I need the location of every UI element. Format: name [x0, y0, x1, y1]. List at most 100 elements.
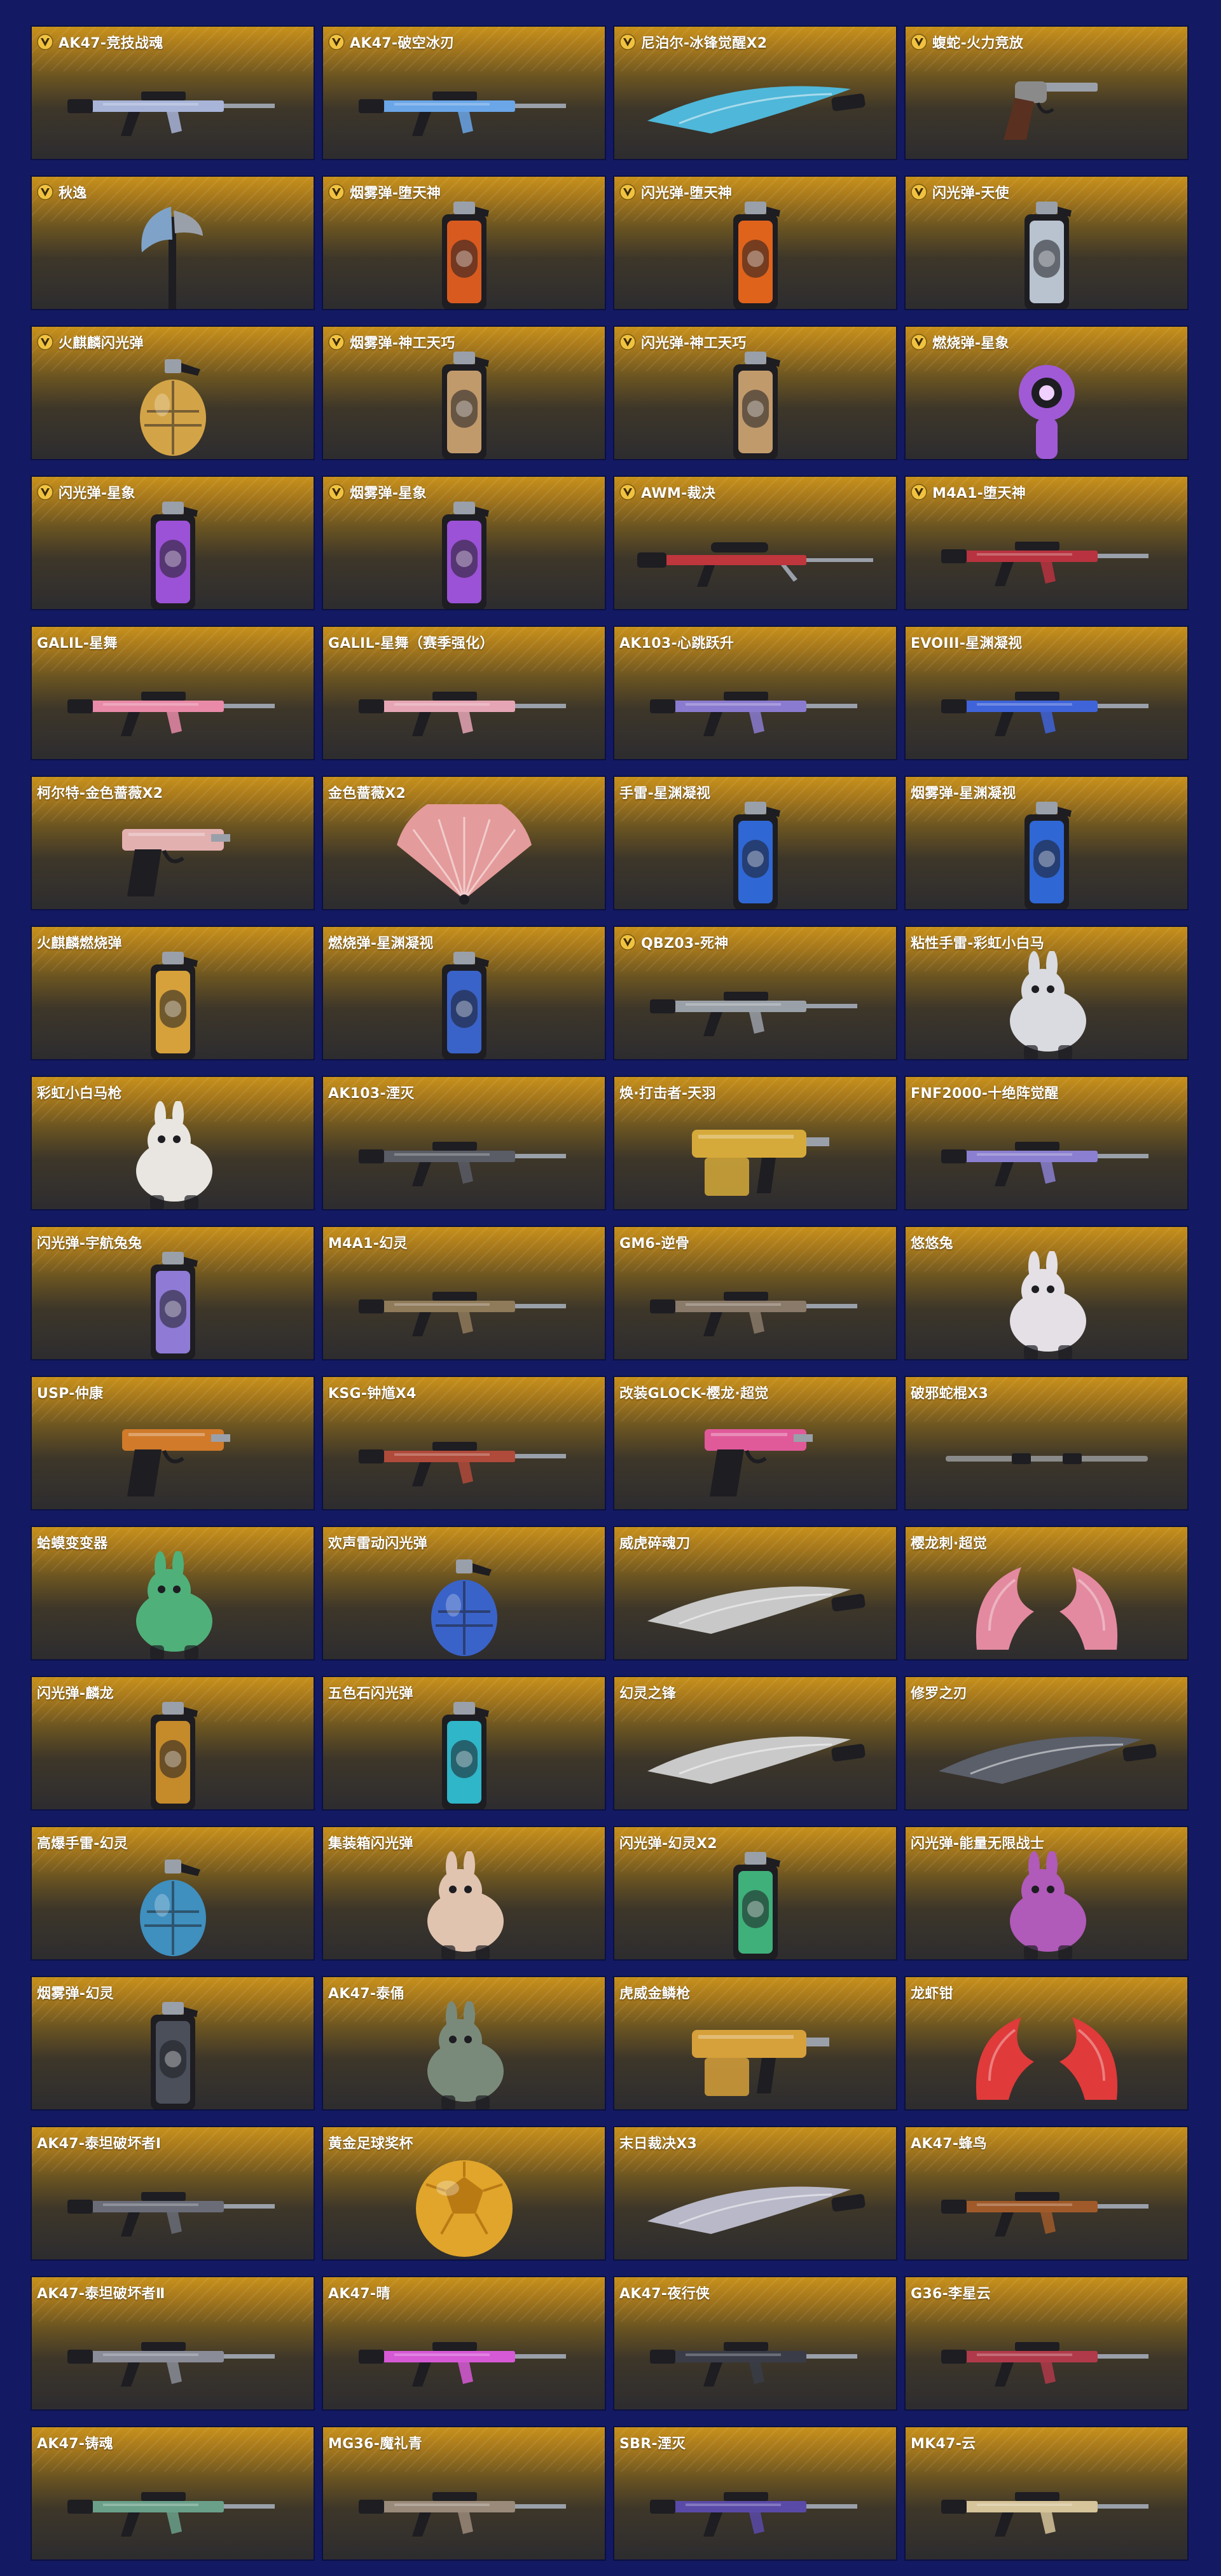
item-name: 闪光弹-星象 — [59, 486, 135, 502]
item-card[interactable]: 樱龙刺·超觉 — [904, 1526, 1189, 1661]
item-title: AK103-心跳跃升 — [619, 632, 891, 652]
item-card[interactable]: 闪光弹-堕天神 — [613, 175, 897, 310]
item-card[interactable]: 秋逸 — [31, 175, 315, 310]
item-title: AK103-湮灭 — [328, 1082, 600, 1102]
item-card[interactable]: EVOIII-星渊凝视 — [904, 626, 1189, 760]
item-card[interactable]: M4A1-堕天神 — [904, 476, 1189, 610]
item-card[interactable]: 烟雾弹-星渊凝视 — [904, 776, 1189, 910]
item-card[interactable]: 黄金足球奖杯 — [322, 2126, 606, 2261]
item-title: 尼泊尔-冰锋觉醒X2 — [619, 32, 891, 52]
item-card[interactable]: 闪光弹-神工天巧 — [613, 325, 897, 460]
canister-icon — [614, 202, 896, 309]
item-card[interactable]: AK47-泰坦破坏者Ⅰ — [31, 2126, 315, 2261]
item-name: 破邪蛇棍X3 — [911, 1386, 989, 1402]
item-card[interactable]: 改装GLOCK-樱龙·超觉 — [613, 1376, 897, 1511]
canister-icon — [323, 202, 605, 309]
item-card[interactable]: 粘性手雷-彩虹小白马 — [904, 926, 1189, 1060]
item-name: 火麒麟燃烧弹 — [37, 936, 122, 952]
item-card[interactable]: AK47-泰坦破坏者Ⅱ — [31, 2276, 315, 2411]
item-card[interactable]: 五色石闪光弹 — [322, 1676, 606, 1811]
item-card[interactable]: 威虎碎魂刀 — [613, 1526, 897, 1661]
item-card[interactable]: AK47-泰俑 — [322, 1976, 606, 2111]
item-card[interactable]: 龙虾钳 — [904, 1976, 1189, 2111]
item-card[interactable]: USP-仲康 — [31, 1376, 315, 1511]
item-card[interactable]: 闪光弹-能量无限战士 — [904, 1826, 1189, 1961]
rifle-icon — [906, 2163, 1187, 2254]
item-card[interactable]: GALIL-星舞（赛季强化） — [322, 626, 606, 760]
item-card[interactable]: MG36-魔礼青 — [322, 2426, 606, 2561]
item-card[interactable]: 闪光弹-宇航兔兔 — [31, 1226, 315, 1360]
item-card[interactable]: M4A1-幻灵 — [322, 1226, 606, 1360]
blade-icon — [614, 1713, 896, 1804]
item-card[interactable]: AK47-破空冰刃 — [322, 25, 606, 160]
item-card[interactable]: AK103-湮灭 — [322, 1076, 606, 1210]
item-title: 修罗之刃 — [911, 1682, 1182, 1702]
item-card[interactable]: 烟雾弹-幻灵 — [31, 1976, 315, 2111]
claw-icon — [906, 1563, 1187, 1654]
item-card[interactable]: 火麒麟闪光弹 — [31, 325, 315, 460]
item-card[interactable]: 闪光弹-星象 — [31, 476, 315, 610]
item-title: 幻灵之锋 — [619, 1682, 891, 1702]
item-card[interactable]: 闪光弹-麟龙 — [31, 1676, 315, 1811]
item-card[interactable]: 彩虹小白马枪 — [31, 1076, 315, 1210]
item-card[interactable]: 蛤蟆变变器 — [31, 1526, 315, 1661]
blade-icon — [614, 2163, 896, 2254]
item-card[interactable]: 蝮蛇-火力竞放 — [904, 25, 1189, 160]
item-card[interactable]: 虎威金鳞枪 — [613, 1976, 897, 2111]
item-card[interactable]: SBR-湮灭 — [613, 2426, 897, 2561]
item-card[interactable]: 手雷-星渊凝视 — [613, 776, 897, 910]
item-title: AK47-晴 — [328, 2282, 600, 2303]
item-card[interactable]: 破邪蛇棍X3 — [904, 1376, 1189, 1511]
blade-icon — [614, 1563, 896, 1654]
item-card[interactable]: 燃烧弹-星象 — [904, 325, 1189, 460]
item-card[interactable]: 集装箱闪光弹 — [322, 1826, 606, 1961]
rifle-icon — [614, 662, 896, 754]
item-card[interactable]: 欢声雷动闪光弹 — [322, 1526, 606, 1661]
item-title: 虎威金鳞枪 — [619, 1982, 891, 2003]
vip-badge-icon — [37, 484, 53, 500]
rifle-icon — [32, 62, 314, 154]
item-card[interactable]: 柯尔特-金色蔷薇X2 — [31, 776, 315, 910]
item-card[interactable]: AK47-夜行侠 — [613, 2276, 897, 2411]
vip-badge-icon — [619, 934, 636, 950]
item-card[interactable]: 金色蔷薇X2 — [322, 776, 606, 910]
item-card[interactable]: GALIL-星舞 — [31, 626, 315, 760]
item-card[interactable]: 闪光弹-天使 — [904, 175, 1189, 310]
item-title: 欢声雷动闪光弹 — [328, 1532, 600, 1552]
item-card[interactable]: KSG-钟馗X4 — [322, 1376, 606, 1511]
canister-icon — [614, 1852, 896, 1959]
item-card[interactable]: 火麒麟燃烧弹 — [31, 926, 315, 1060]
item-title: 樱龙刺·超觉 — [911, 1532, 1182, 1552]
item-card[interactable]: G36-李星云 — [904, 2276, 1189, 2411]
item-card[interactable]: FNF2000-十绝阵觉醒 — [904, 1076, 1189, 1210]
vip-badge-icon — [619, 184, 636, 200]
item-card[interactable]: 修罗之刃 — [904, 1676, 1189, 1811]
canister-icon — [906, 802, 1187, 909]
item-card[interactable]: MK47-云 — [904, 2426, 1189, 2561]
item-card[interactable]: AK47-晴 — [322, 2276, 606, 2411]
item-card[interactable]: AK47-竞技战魂 — [31, 25, 315, 160]
item-card[interactable]: 悠悠兔 — [904, 1226, 1189, 1360]
item-card[interactable]: 烟雾弹-星象 — [322, 476, 606, 610]
item-card[interactable]: GM6-逆骨 — [613, 1226, 897, 1360]
item-name: 末日裁决X3 — [619, 2136, 698, 2152]
item-card[interactable]: 烟雾弹-神工天巧 — [322, 325, 606, 460]
item-title: KSG-钟馗X4 — [328, 1382, 600, 1402]
item-card[interactable]: AK103-心跳跃升 — [613, 626, 897, 760]
item-card[interactable]: 焕·打击者-天羽 — [613, 1076, 897, 1210]
item-card[interactable]: 闪光弹-幻灵X2 — [613, 1826, 897, 1961]
item-card[interactable]: AWM-裁决 — [613, 476, 897, 610]
item-card[interactable]: 末日裁决X3 — [613, 2126, 897, 2261]
item-card[interactable]: 幻灵之锋 — [613, 1676, 897, 1811]
item-title: 高爆手雷-幻灵 — [37, 1832, 308, 1853]
item-card[interactable]: AK47-铸魂 — [31, 2426, 315, 2561]
item-card[interactable]: 燃烧弹-星渊凝视 — [322, 926, 606, 1060]
item-card[interactable]: AK47-蜂鸟 — [904, 2126, 1189, 2261]
item-card[interactable]: 烟雾弹-堕天神 — [322, 175, 606, 310]
item-name: AK47-泰坦破坏者Ⅰ — [37, 2136, 162, 2152]
item-card[interactable]: QBZ03-死神 — [613, 926, 897, 1060]
item-card[interactable]: 尼泊尔-冰锋觉醒X2 — [613, 25, 897, 160]
item-name: AK47-泰俑 — [328, 1986, 404, 2002]
item-card[interactable]: 高爆手雷-幻灵 — [31, 1826, 315, 1961]
rifle-icon — [614, 2463, 896, 2554]
